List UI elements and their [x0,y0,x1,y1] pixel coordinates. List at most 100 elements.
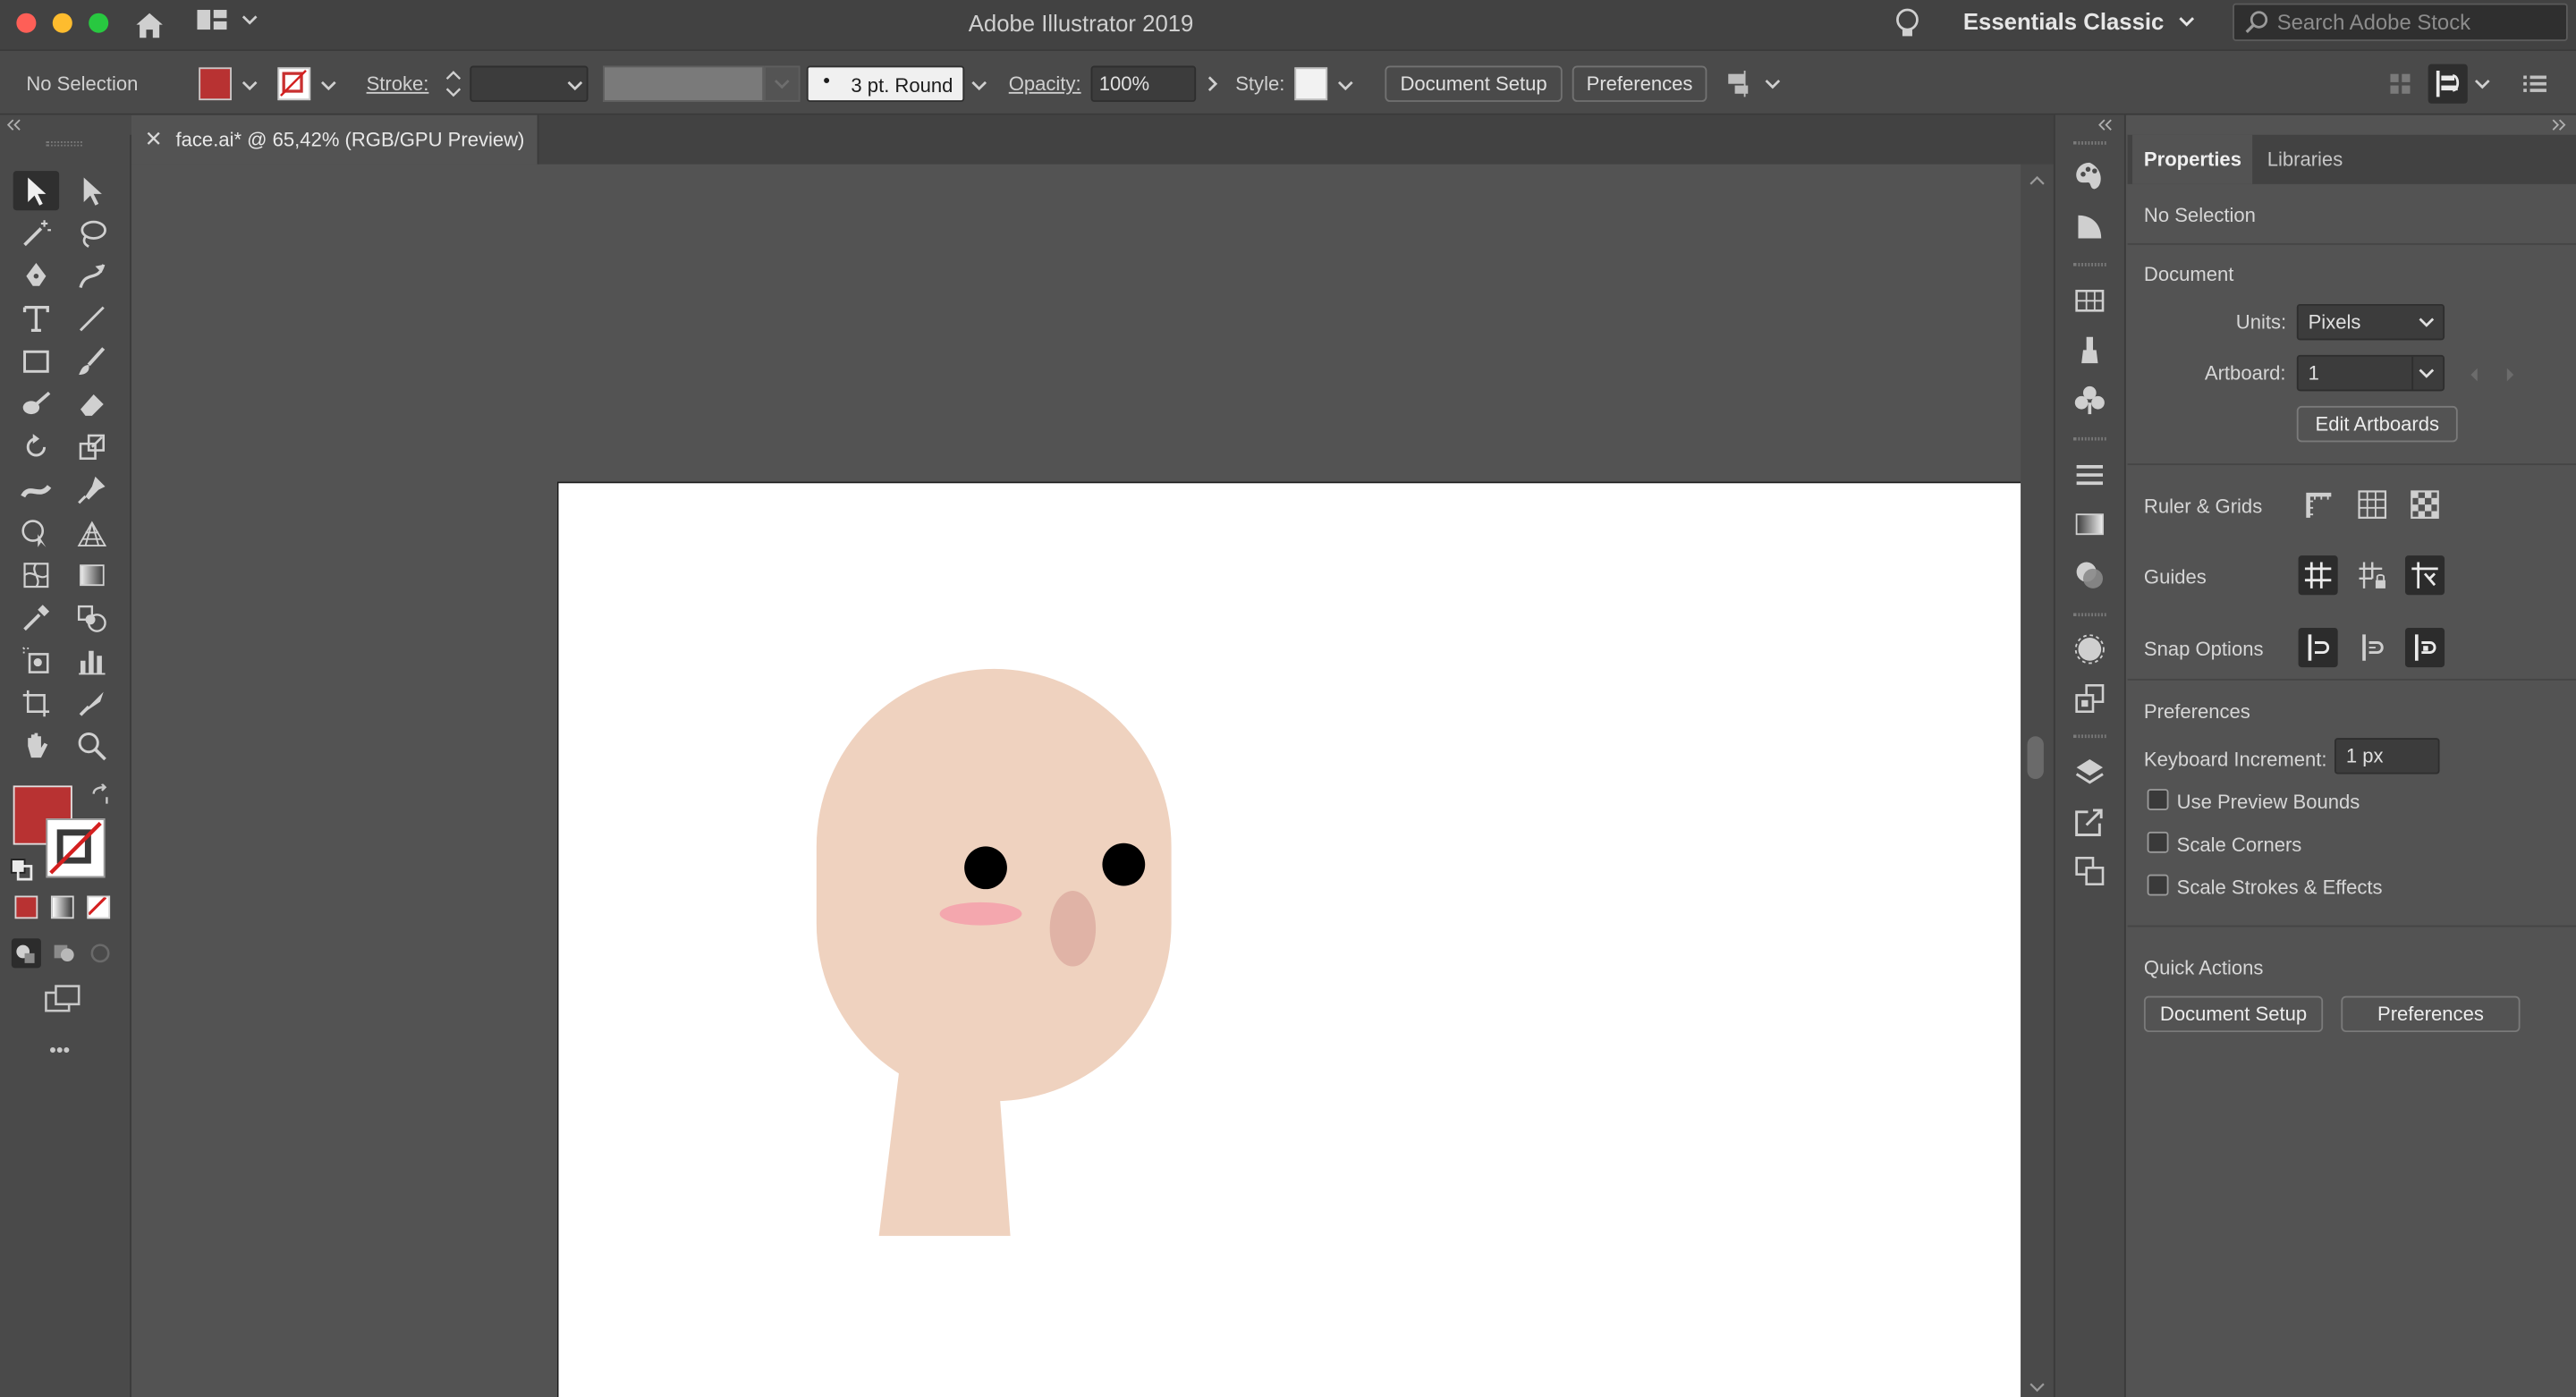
panel-grip[interactable] [2072,436,2106,441]
lightbulb-icon[interactable] [1893,5,1922,41]
stroke-weight-stepper[interactable] [440,66,466,102]
paintbrush-tool-icon[interactable] [69,342,114,381]
puppet-warp-tool-icon[interactable] [69,470,114,510]
stroke-panel-icon[interactable] [2073,459,2106,492]
scale-corners-checkbox[interactable] [2147,831,2169,853]
close-tab-icon[interactable]: ✕ [145,126,165,151]
layers-icon[interactable] [2073,754,2106,787]
snap-to-pixel-icon[interactable] [2404,627,2445,668]
swap-fill-stroke-icon[interactable] [89,783,112,808]
curvature-tool-icon[interactable] [69,257,114,296]
edit-artboards-button[interactable]: Edit Artboards [2296,405,2458,443]
variable-width-dropdown[interactable] [764,65,801,102]
transparency-icon[interactable] [2073,559,2106,592]
ruler-icon[interactable] [2299,485,2338,524]
stroke-none-swatch[interactable] [277,67,311,101]
color-palette-icon[interactable] [2073,159,2106,192]
rectangle-tool-icon[interactable] [13,342,59,381]
scale-corners-label[interactable]: Scale Corners [2177,834,2302,857]
stroke-label[interactable]: Stroke: [367,72,429,96]
asset-export-icon[interactable] [2073,805,2106,838]
none-mode-icon[interactable] [87,895,111,919]
blend-tool-icon[interactable] [69,598,114,638]
zoom-tool-icon[interactable] [69,726,114,766]
opacity-field[interactable]: 100% [1090,65,1197,102]
scrollbar-thumb[interactable] [2027,736,2044,780]
shaper-tool-icon[interactable] [13,385,59,424]
quick-preferences-button[interactable]: Preferences [2341,995,2521,1033]
toolbar-grip[interactable] [46,141,82,147]
preferences-button[interactable]: Preferences [1572,65,1707,102]
column-graph-tool-icon[interactable] [69,641,114,681]
chevron-down-icon[interactable] [318,76,338,96]
fill-color-swatch[interactable] [199,67,232,101]
panel-grip[interactable] [2072,263,2106,267]
pen-tool-icon[interactable] [13,257,59,296]
opacity-label[interactable]: Opacity: [1009,72,1081,96]
smart-guides-icon[interactable] [2404,555,2445,596]
color-guide-icon[interactable] [2073,210,2106,243]
chevron-down-icon[interactable] [2177,12,2197,31]
chevron-down-icon[interactable] [1335,76,1355,96]
panel-grip[interactable] [2072,734,2106,739]
selection-tool-icon[interactable] [13,171,60,211]
vertical-scrollbar[interactable] [2021,164,2054,1397]
lasso-tool-icon[interactable] [69,214,114,253]
tab-libraries[interactable]: Libraries [2256,135,2354,184]
rotate-tool-icon[interactable] [13,428,59,467]
units-select[interactable]: Pixels [2296,303,2445,341]
next-artboard-icon[interactable] [2502,365,2518,382]
graphic-styles-icon[interactable] [2073,682,2106,715]
draw-inside-icon[interactable] [86,938,115,968]
gradient-tool-icon[interactable] [69,555,114,595]
lock-guides-icon[interactable] [2352,555,2392,595]
brushes-icon[interactable] [2073,334,2106,367]
stock-search[interactable] [2233,3,2568,41]
artboard[interactable] [556,481,2021,1397]
line-segment-tool-icon[interactable] [69,299,114,338]
show-guides-icon[interactable] [2298,555,2338,596]
document-tab[interactable]: ✕ face.ai* @ 65,42% (RGB/GPU Preview) [131,114,539,165]
color-mode-icon[interactable] [14,895,38,919]
magic-wand-tool-icon[interactable] [13,214,59,253]
document-setup-button[interactable]: Document Setup [1385,65,1563,102]
align-panel-toggle-icon[interactable] [2428,64,2468,104]
draw-behind-icon[interactable] [49,938,79,968]
panel-grip[interactable] [2072,141,2106,145]
width-tool-icon[interactable] [13,470,59,510]
symbols-icon[interactable] [2073,383,2106,416]
chevron-right-icon[interactable] [1202,74,1222,94]
slice-tool-icon[interactable] [69,683,114,723]
stroke-color-box[interactable] [46,818,106,878]
grid-view-icon[interactable] [2387,71,2413,97]
chevron-down-icon[interactable] [2472,74,2492,94]
chevron-down-icon[interactable] [565,76,585,96]
grid-icon[interactable] [2352,485,2392,524]
gradient-mode-icon[interactable] [50,895,74,919]
chevron-down-icon[interactable] [970,76,989,96]
snap-to-grid-icon[interactable] [2352,628,2392,667]
brush-definition[interactable]: • 3 pt. Round [806,65,965,102]
face-illustration[interactable] [558,483,2021,1397]
keyboard-increment-field[interactable]: 1 px [2334,738,2440,775]
artboard-select[interactable]: 1 [2296,354,2445,392]
scale-tool-icon[interactable] [69,428,114,467]
snap-to-point-icon[interactable] [2298,627,2338,668]
gradient-panel-icon[interactable] [2073,508,2106,541]
tab-properties[interactable]: Properties [2132,134,2253,184]
screen-mode-icon[interactable] [43,983,86,1016]
search-input[interactable] [2276,8,2556,37]
shape-builder-tool-icon[interactable] [13,512,59,552]
direct-selection-tool-icon[interactable] [69,171,114,210]
canvas[interactable] [131,164,2021,1397]
previous-artboard-icon[interactable] [2466,365,2482,382]
chevron-down-icon[interactable] [240,76,259,96]
hand-tool-icon[interactable] [13,726,59,766]
graphic-style-swatch[interactable] [1294,67,1328,101]
mesh-tool-icon[interactable] [13,555,59,595]
scale-strokes-checkbox[interactable] [2147,874,2169,896]
toolbar-collapse[interactable] [0,114,131,135]
variable-width-profile[interactable] [603,65,765,102]
transparency-grid-icon[interactable] [2405,485,2445,524]
quick-document-setup-button[interactable]: Document Setup [2143,995,2324,1033]
